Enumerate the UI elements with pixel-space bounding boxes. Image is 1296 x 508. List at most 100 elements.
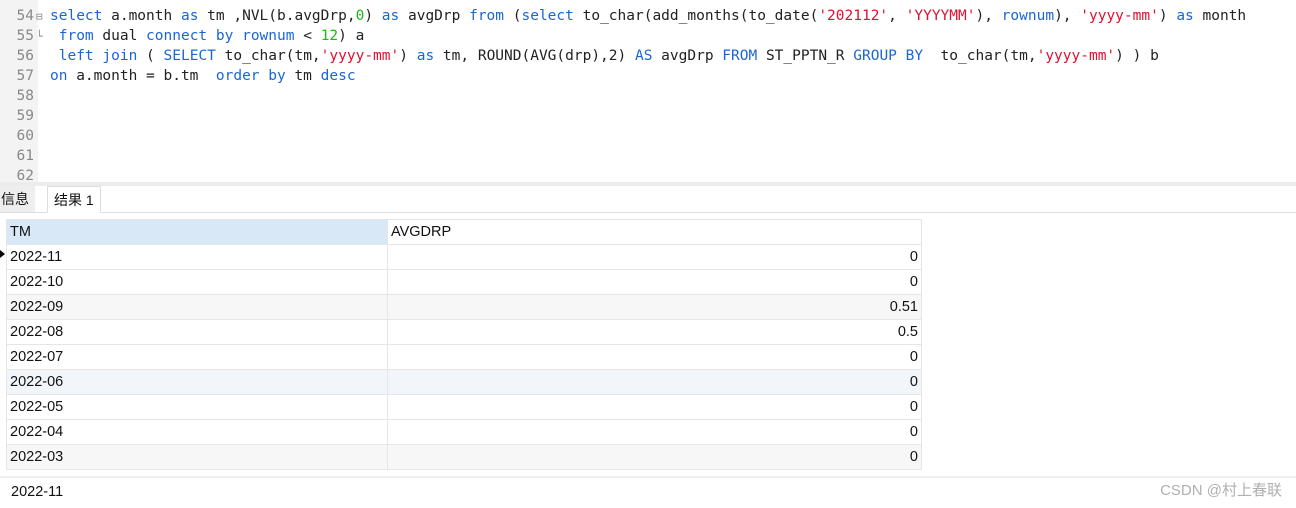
sql-keyword: on [50,68,68,84]
sql-string: 'yyyy-mm' [1080,8,1159,24]
cell-avgdrp[interactable]: 0 [387,269,922,295]
sql-keyword: order by [215,68,286,84]
line-number: 62 [16,168,34,182]
sql-number: 0 [355,8,365,24]
sql-text: month [1193,8,1247,24]
cell-tm[interactable]: 2022-10 [6,269,388,295]
sql-text: ( [504,8,522,24]
cell-tm[interactable]: 2022-08 [6,319,388,345]
sql-keyword: connect by [146,28,234,44]
code-line[interactable]: 61 [0,146,1296,166]
sql-text: dual [93,28,147,44]
column-header-avgdrp[interactable]: AVGDRP [387,219,922,245]
sql-keyword: FROM [722,48,758,64]
cell-tm[interactable]: 2022-06 [6,369,388,395]
sql-text: ), [1054,8,1081,24]
table-row[interactable]: 2022-08 0.5 [6,319,922,345]
sql-text: ) [1158,8,1177,24]
cell-tm[interactable]: 2022-07 [6,344,388,370]
cell-avgdrp[interactable]: 0 [387,419,922,445]
fold-toggle-icon[interactable]: ⊟ [36,7,50,27]
code-line[interactable]: 58 [0,86,1296,106]
line-number: 54 [16,8,34,24]
result-tabs: 信息 结果 1 [0,186,1296,213]
sql-editor[interactable]: 5354⊟select a.month as tm ,NVL(b.avgDrp,… [0,0,1296,182]
watermark: CSDN @村上春联 [1160,482,1282,499]
sql-keyword: desc [320,68,356,84]
cell-tm[interactable]: 2022-05 [6,394,388,420]
code-line[interactable]: 54 ⊟ select a.month as tm ,NVL(b.avgDrp,0)… [0,6,1296,26]
table-row[interactable]: 2022-05 0 [6,394,922,420]
sql-text: tm, ROUND(AVG(drp),2) [434,48,635,64]
sql-keyword: rownum [1001,8,1055,24]
column-header-tm[interactable]: TM [6,219,388,245]
table-row[interactable]: 2022-06 0 [6,369,922,395]
line-number: 57 [16,68,34,84]
fold-toggle-icon: └ [36,30,43,43]
sql-keyword: from [58,28,94,44]
sql-text: to_char(add_months(to_date( [573,8,819,24]
status-bar: 2022-11 [0,476,1296,508]
line-number: 61 [16,148,34,164]
sql-keyword: select [50,8,103,24]
code-line[interactable]: 60 [0,126,1296,146]
sql-text: to_char(tm, [215,48,321,64]
status-value: 2022-11 [11,484,64,500]
sql-keyword: as [1176,8,1194,24]
sql-keyword: SELECT [163,48,216,64]
sql-keyword: as [180,8,199,24]
cell-avgdrp[interactable]: 0 [387,444,922,470]
code-line[interactable]: 62 [0,166,1296,182]
sql-text: , [888,8,906,24]
cell-avgdrp[interactable]: 0.5 [387,319,922,345]
line-number: 59 [16,108,34,124]
sql-text: a.month = b.tm [67,68,216,84]
line-number: 60 [16,128,34,144]
sql-string: 'YYYYMM' [905,8,976,24]
sql-text: ) [399,48,417,64]
sql-text: < [294,28,321,44]
tab-info[interactable]: 信息 [0,186,35,212]
sql-text: to_char(tm, [923,48,1037,64]
table-row[interactable]: 2022-07 0 [6,344,922,370]
sql-text: ), [975,8,1002,24]
cell-tm[interactable]: 2022-04 [6,419,388,445]
sql-keyword: GROUP BY [853,48,924,64]
current-row-indicator-icon [0,250,5,258]
line-number: 55 [16,28,34,44]
sql-keyword: select [521,8,574,24]
cell-avgdrp[interactable]: 0 [387,344,922,370]
table-row[interactable]: 2022-04 0 [6,419,922,445]
line-number: 58 [16,88,34,104]
sql-text: avgDrp [399,8,470,24]
sql-text: tm [285,68,321,84]
result-grid: TM AVGDRP 2022-11 0 2022-10 0 2022-09 0.51 202… [6,219,922,470]
sql-keyword: AS [634,48,653,64]
cell-tm[interactable]: 2022-11 [6,244,388,270]
code-line[interactable]: 59 [0,106,1296,126]
table-row[interactable]: 2022-09 0.51 [6,294,922,320]
sql-keyword: left join [58,48,138,64]
cell-avgdrp[interactable]: 0 [387,394,922,420]
sql-keyword: as [381,8,400,24]
table-row[interactable]: 2022-11 0 [6,244,922,270]
table-row[interactable]: 2022-03 0 [6,444,922,470]
code-line[interactable]: 56 left join ( SELECT to_char(tm,'yyyy-m… [0,46,1296,66]
code-line[interactable]: 55 └ from dual connect by rownum < 12) a [0,26,1296,46]
cell-avgdrp[interactable]: 0 [387,369,922,395]
sql-keyword: as [416,48,435,64]
sql-string: 'yyyy-mm' [1036,48,1116,64]
cell-avgdrp[interactable]: 0 [387,244,922,270]
cell-avgdrp[interactable]: 0.51 [387,294,922,320]
sql-keyword: from [469,8,505,24]
cell-tm[interactable]: 2022-09 [6,294,388,320]
code-line[interactable]: 57 on a.month = b.tm order by tm desc [0,66,1296,86]
sql-text: ST_PPTN_R [757,48,854,64]
cell-tm[interactable]: 2022-03 [6,444,388,470]
sql-text: a.month [102,8,181,24]
table-row[interactable]: 2022-10 0 [6,269,922,295]
tab-result-1[interactable]: 结果 1 [47,186,101,213]
sql-string: '202112' [818,8,889,24]
